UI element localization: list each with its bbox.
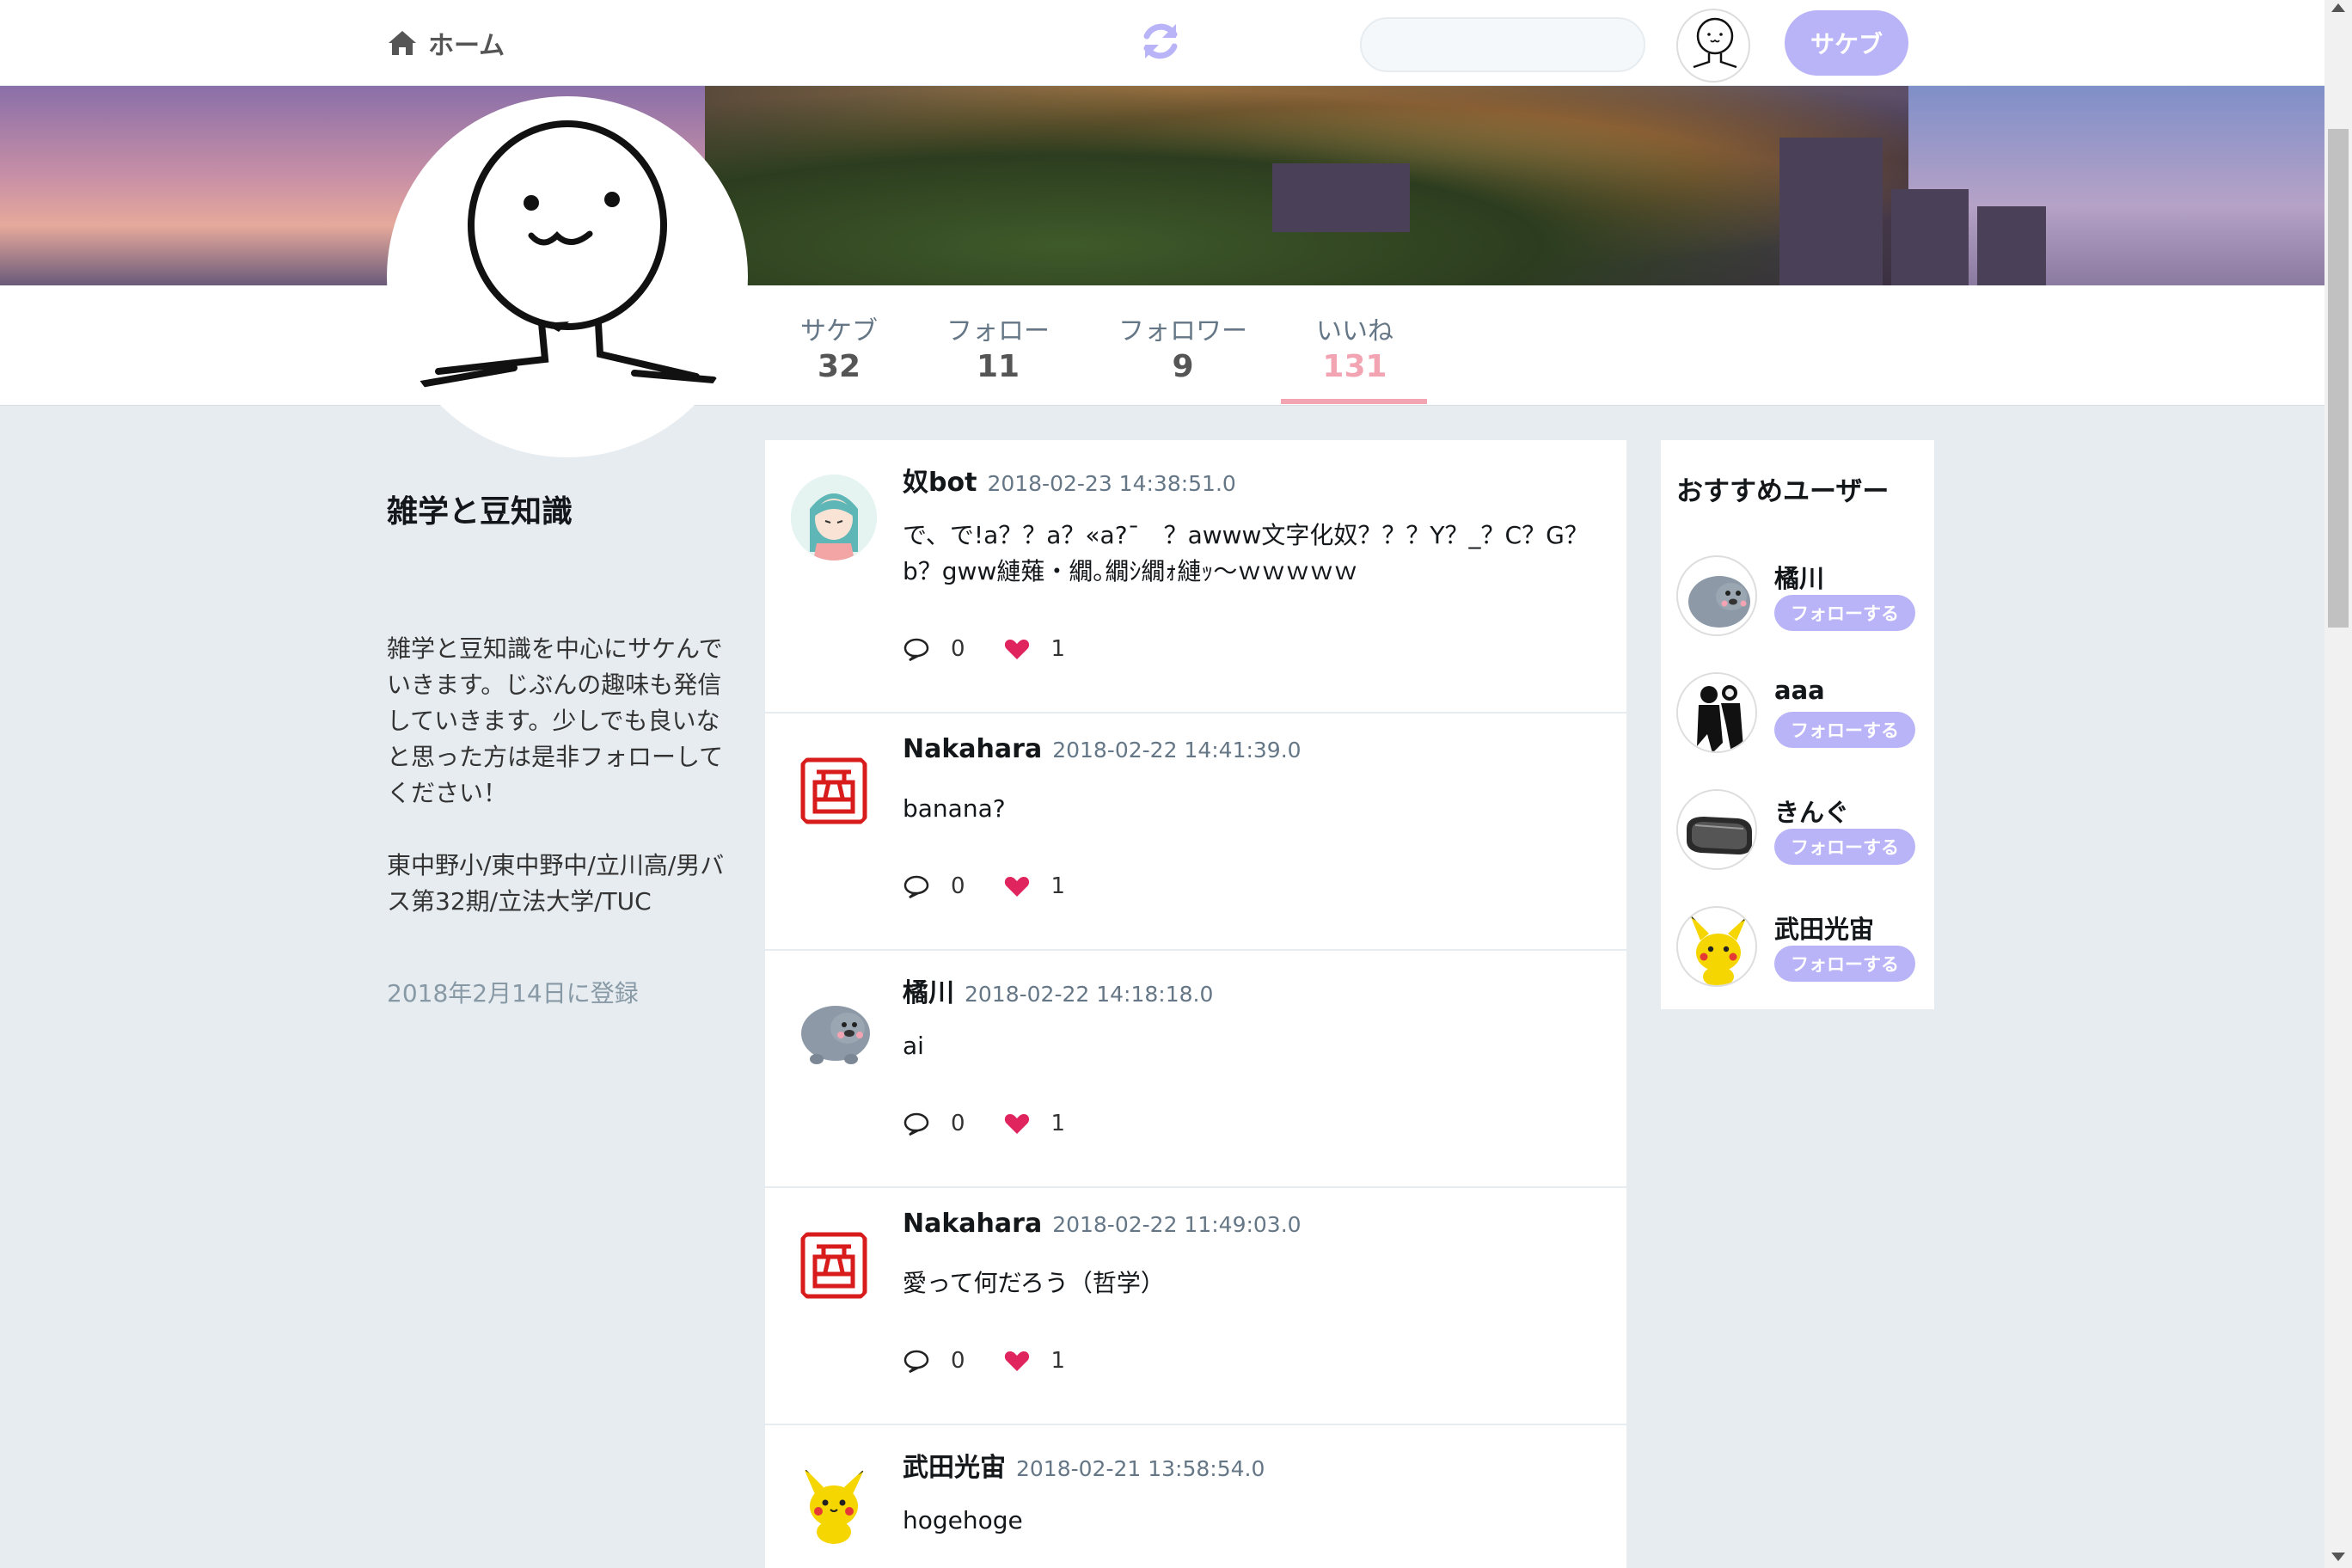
stat-posts[interactable]: サケブ 32	[798, 309, 880, 384]
profile-avatar	[387, 96, 748, 457]
post-timestamp: 2018-02-23 14:38:51.0	[987, 471, 1236, 496]
post-username[interactable]: 橘川	[903, 971, 954, 1009]
reply-bubble-icon[interactable]	[903, 1112, 930, 1136]
search-input[interactable]	[1360, 17, 1645, 72]
recommended-user: 橘川 フォローする	[1676, 555, 1926, 641]
reply-bubble-icon[interactable]	[903, 874, 930, 898]
post-text: で、で!a？？a？«a?¯ ？awww文字化奴？？？Y？_？C？G？b？gww縺…	[903, 521, 1589, 585]
profile-stats-nav: サケブ 32 フォロー 11 フォロワー 9 いいね 131	[0, 285, 2324, 406]
user-avatar[interactable]	[1676, 9, 1750, 83]
post-timestamp: 2018-02-22 14:18:18.0	[965, 982, 1214, 1007]
anime-girl-icon	[791, 475, 877, 560]
post-item[interactable]: 奴bot 2018-02-23 14:38:51.0 で、で!a？？a？«a?¯…	[765, 440, 1626, 714]
stat-following[interactable]: フォロー 11	[944, 309, 1052, 384]
avatar[interactable]	[791, 475, 877, 560]
post-text: ai	[903, 1032, 924, 1060]
avatar[interactable]	[791, 1222, 877, 1308]
post-item[interactable]: 橘川 2018-02-22 14:18:18.0 ai 0 1	[765, 951, 1626, 1188]
avatar[interactable]	[1676, 789, 1757, 870]
reply-count: 0	[951, 636, 965, 662]
reply-count: 0	[951, 1111, 965, 1136]
post-actions: 0 1	[903, 636, 1065, 662]
reply-bubble-icon[interactable]	[903, 1349, 930, 1373]
wombat-icon	[1688, 576, 1750, 628]
post-actions: 0 1	[903, 1111, 1065, 1136]
follow-button[interactable]: フォローする	[1774, 712, 1915, 748]
silhouette-couple-icon	[1678, 674, 1755, 751]
profile-name: 雑学と豆知識	[387, 494, 573, 530]
scroll-up-arrow-icon[interactable]	[2331, 3, 2345, 12]
like-count: 1	[1050, 1348, 1066, 1374]
recommended-users-title: おすすめユーザー	[1676, 476, 1890, 507]
scrollbar-thumb[interactable]	[2328, 129, 2349, 628]
post-button[interactable]: サケブ	[1785, 10, 1908, 76]
face-drawing-icon	[1693, 17, 1737, 69]
home-icon	[389, 31, 416, 55]
recommended-user-name[interactable]: 橘川	[1774, 559, 1824, 595]
scroll-down-arrow-icon[interactable]	[2331, 1553, 2345, 1561]
pikachu-icon	[1690, 915, 1747, 985]
recommended-user: 武田光宙 フォローする	[1676, 906, 1926, 992]
post-username[interactable]: Nakahara	[903, 734, 1042, 764]
joined-date: 2018年2月14日に登録	[387, 979, 639, 1008]
heart-icon[interactable]	[1003, 1349, 1031, 1373]
home-link[interactable]: ホーム	[387, 24, 505, 62]
avatar[interactable]	[1676, 906, 1757, 987]
timeline-feed: 奴bot 2018-02-23 14:38:51.0 で、で!a？？a？«a?¯…	[765, 440, 1626, 1568]
avatar[interactable]	[791, 985, 877, 1071]
follow-button[interactable]: フォローする	[1774, 829, 1915, 865]
like-count: 1	[1050, 636, 1066, 662]
top-nav-bar: ホーム サケブ	[0, 0, 2324, 86]
recommended-user-name[interactable]: aaa	[1774, 676, 1825, 705]
recommended-user: きんぐ フォローする	[1676, 789, 1926, 875]
active-tab-underline	[1281, 399, 1427, 404]
recommended-user: aaa フォローする	[1676, 672, 1926, 758]
reply-count: 0	[951, 873, 965, 899]
heart-icon[interactable]	[1003, 637, 1031, 661]
avatar[interactable]	[1676, 555, 1757, 636]
avatar[interactable]	[1676, 672, 1757, 753]
follow-button[interactable]: フォローする	[1774, 595, 1915, 631]
stat-followers[interactable]: フォロワー 9	[1116, 309, 1250, 384]
home-label: ホーム	[428, 31, 505, 61]
refresh-icon[interactable]	[1138, 19, 1183, 64]
vr-headset-icon	[1678, 791, 1755, 868]
heart-icon[interactable]	[1003, 1112, 1031, 1136]
recommended-user-name[interactable]: きんぐ	[1774, 793, 1849, 829]
post-actions: 0 1	[903, 1348, 1065, 1374]
post-text: 愛って何だろう（哲学）	[903, 1269, 1165, 1297]
profile-banner-image	[0, 86, 2324, 285]
post-timestamp: 2018-02-22 14:41:39.0	[1052, 738, 1302, 763]
scrollbar[interactable]	[2324, 0, 2352, 1568]
follow-button[interactable]: フォローする	[1774, 946, 1915, 982]
hanko-stamp-icon	[800, 757, 867, 824]
recommended-user-name[interactable]: 武田光宙	[1774, 910, 1874, 946]
post-text: hogehoge	[903, 1506, 1023, 1534]
face-drawing-icon	[413, 120, 717, 389]
post-text: banana?	[903, 794, 1006, 823]
post-username[interactable]: Nakahara	[903, 1209, 1042, 1239]
post-timestamp: 2018-02-21 13:58:54.0	[1016, 1456, 1265, 1481]
reply-count: 0	[951, 1348, 965, 1374]
post-actions: 0 1	[903, 873, 1065, 899]
hanko-stamp-icon	[800, 1232, 867, 1299]
recommended-users-panel: おすすめユーザー 橘川 フォローする aaa フォローする きんぐ フォローする…	[1661, 440, 1934, 1009]
reply-bubble-icon[interactable]	[903, 637, 930, 661]
post-timestamp: 2018-02-22 11:49:03.0	[1052, 1212, 1302, 1237]
heart-icon[interactable]	[1003, 874, 1031, 898]
post-item[interactable]: Nakahara 2018-02-22 11:49:03.0 愛って何だろう（哲…	[765, 1188, 1626, 1425]
stat-likes[interactable]: いいね 131	[1302, 309, 1408, 384]
post-item[interactable]: 武田光宙 2018-02-21 13:58:54.0 hogehoge 0 1	[765, 1425, 1626, 1568]
avatar[interactable]	[791, 748, 877, 834]
profile-bio: 雑学と豆知識を中心にサケんでいきます。じぶんの趣味も発信していきます。少しでも良…	[387, 634, 725, 916]
pikachu-icon	[803, 1467, 865, 1544]
like-count: 1	[1050, 1111, 1066, 1136]
wombat-icon	[801, 1006, 870, 1064]
post-username[interactable]: 武田光宙	[903, 1446, 1006, 1484]
like-count: 1	[1050, 873, 1066, 899]
post-username[interactable]: 奴bot	[903, 461, 977, 499]
post-item[interactable]: Nakahara 2018-02-22 14:41:39.0 banana? 0…	[765, 714, 1626, 951]
avatar[interactable]	[791, 1460, 877, 1546]
